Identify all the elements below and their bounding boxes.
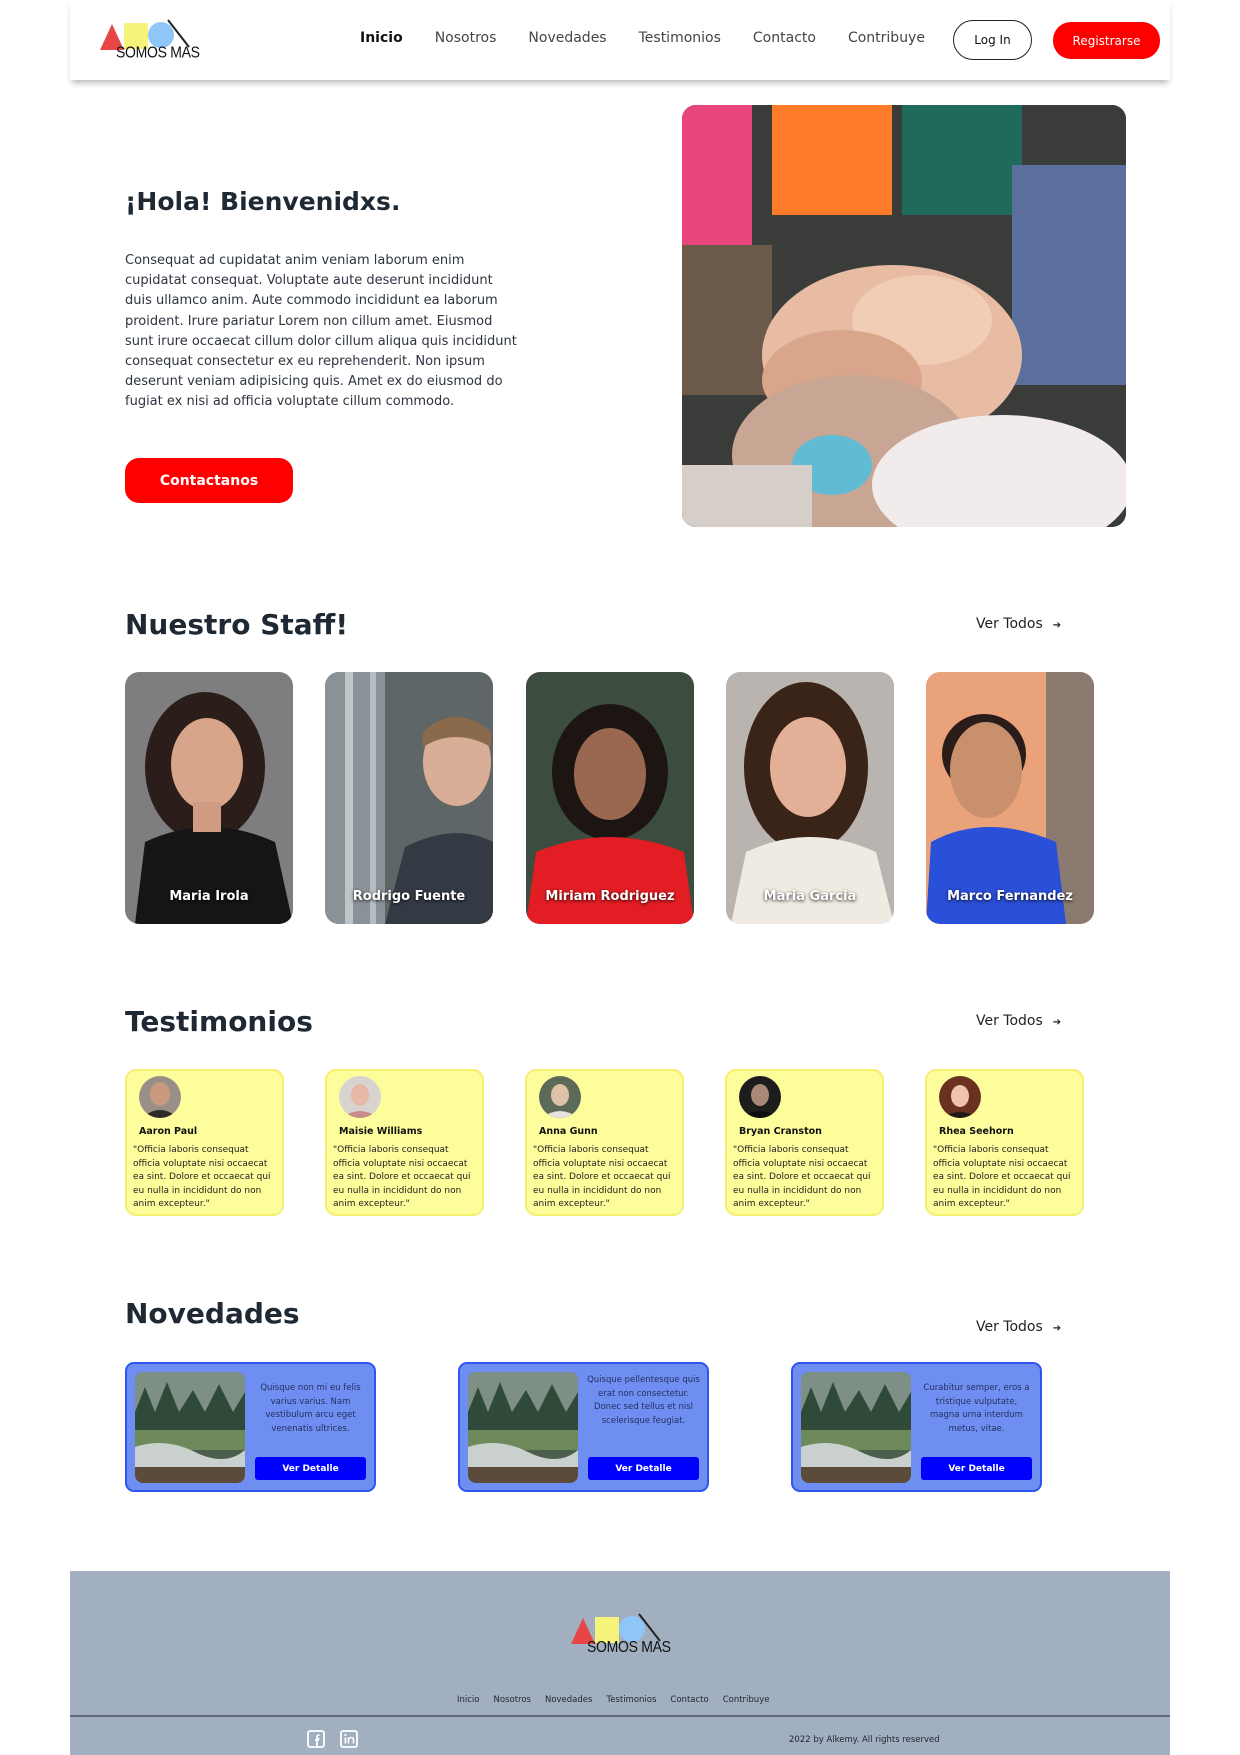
testimonial-text: "Officia laboris consequat officia volup…: [533, 1145, 671, 1209]
testimonial-card: Maisie Williams "Officia laboris consequ…: [325, 1069, 484, 1216]
copyright-text: 2022 by Alkemy. All rights reserved: [789, 1735, 940, 1745]
staff-card[interactable]: Maria Irola: [125, 672, 293, 924]
nav-testimonios[interactable]: Testimonios: [639, 30, 721, 46]
ver-todos-label: Ver Todos: [976, 616, 1043, 632]
ver-detalle-button[interactable]: Ver Detalle: [588, 1457, 699, 1480]
news-card: Curabitur semper, eros a tristique vulpu…: [791, 1362, 1042, 1492]
testimonial-author: Maisie Williams: [339, 1126, 423, 1137]
nav-nosotros[interactable]: Nosotros: [435, 30, 497, 46]
testimonials-title: Testimonios: [125, 1005, 313, 1038]
register-button[interactable]: Registrarse: [1053, 22, 1160, 59]
staff-card[interactable]: Maria Garcia: [726, 672, 894, 924]
testimonial-text: "Officia laboris consequat officia volup…: [333, 1145, 471, 1209]
testimonial-card: Rhea Seehorn "Officia laboris consequat …: [925, 1069, 1084, 1216]
footer-nav-novedades[interactable]: Novedades: [545, 1695, 592, 1705]
testimonial-author: Rhea Seehorn: [939, 1126, 1014, 1137]
arrow-right-icon: ➔: [1052, 1323, 1062, 1334]
testimonial-author: Bryan Cranston: [739, 1126, 822, 1137]
avatar: [139, 1076, 181, 1118]
avatar: [939, 1076, 981, 1118]
staff-ver-todos-link[interactable]: Ver Todos ➔: [976, 616, 1061, 632]
main-nav: Inicio Nosotros Novedades Testimonios Co…: [360, 30, 957, 46]
staff-name: Miriam Rodriguez: [545, 889, 675, 904]
staff-name: Maria Irola: [169, 889, 249, 904]
footer-nav-contacto[interactable]: Contacto: [670, 1695, 708, 1705]
news-card: Quisque non mi eu felis varius varius. N…: [125, 1362, 376, 1492]
facebook-icon[interactable]: [307, 1730, 325, 1748]
footer-logo[interactable]: SOMOS MAS: [569, 1610, 673, 1658]
staff-name: Marco Fernandez: [947, 889, 1073, 904]
avatar: [539, 1076, 581, 1118]
testimonial-card: Bryan Cranston "Officia laboris consequa…: [725, 1069, 884, 1216]
footer-nav: Inicio Nosotros Novedades Testimonios Co…: [457, 1695, 783, 1705]
nav-inicio[interactable]: Inicio: [360, 30, 403, 46]
news-image: [801, 1372, 911, 1483]
news-image: [135, 1372, 245, 1483]
footer-nav-contribuye[interactable]: Contribuye: [723, 1695, 770, 1705]
testimonial-card: Anna Gunn "Officia laboris consequat off…: [525, 1069, 684, 1216]
testimonial-card: Aaron Paul "Officia laboris consequat of…: [125, 1069, 284, 1216]
hero-text: Consequat ad cupidatat anim veniam labor…: [125, 253, 517, 410]
testimonial-text: "Officia laboris consequat officia volup…: [733, 1145, 871, 1209]
testimonial-author: Aaron Paul: [139, 1126, 198, 1137]
testimonial-text: "Officia laboris consequat officia volup…: [933, 1145, 1071, 1209]
nav-contribuye[interactable]: Contribuye: [848, 30, 925, 46]
login-button[interactable]: Log In: [953, 20, 1032, 60]
linkedin-icon[interactable]: [340, 1730, 358, 1748]
logo-text: SOMOS MAS: [587, 1636, 671, 1656]
news-title: Novedades: [125, 1297, 300, 1330]
arrow-right-icon: ➔: [1052, 620, 1062, 631]
testimonial-text: "Officia laboris consequat officia volup…: [133, 1145, 271, 1209]
hero-title: ¡Hola! Bienvenidxs.: [125, 187, 401, 216]
staff-name: Maria Garcia: [763, 889, 857, 904]
testimonial-author: Anna Gunn: [539, 1126, 598, 1137]
ver-todos-label: Ver Todos: [976, 1319, 1043, 1335]
site-footer: SOMOS MAS Inicio Nosotros Novedades Test…: [70, 1571, 1170, 1755]
news-text: Quisque pellentesque quis erat non conse…: [587, 1375, 700, 1426]
ver-detalle-button[interactable]: Ver Detalle: [921, 1457, 1032, 1480]
news-text: Curabitur semper, eros a tristique vulpu…: [923, 1383, 1030, 1434]
news-text: Quisque non mi eu felis varius varius. N…: [260, 1383, 361, 1434]
hero-image: [682, 105, 1126, 527]
nav-novedades[interactable]: Novedades: [528, 30, 606, 46]
ver-todos-label: Ver Todos: [976, 1013, 1043, 1029]
staff-card[interactable]: Rodrigo Fuente: [325, 672, 493, 924]
news-card: Quisque pellentesque quis erat non conse…: [458, 1362, 709, 1492]
footer-nav-testimonios[interactable]: Testimonios: [606, 1695, 656, 1705]
news-ver-todos-link[interactable]: Ver Todos ➔: [976, 1319, 1061, 1335]
staff-card[interactable]: Miriam Rodriguez: [526, 672, 694, 924]
news-image: [468, 1372, 578, 1483]
staff-card[interactable]: Marco Fernandez: [926, 672, 1094, 924]
avatar: [739, 1076, 781, 1118]
site-header: SOMOS MAS Inicio Nosotros Novedades Test…: [70, 0, 1170, 80]
avatar: [339, 1076, 381, 1118]
testimonials-ver-todos-link[interactable]: Ver Todos ➔: [976, 1013, 1061, 1029]
ver-detalle-button[interactable]: Ver Detalle: [255, 1457, 366, 1480]
staff-name: Rodrigo Fuente: [352, 889, 466, 904]
nav-contacto[interactable]: Contacto: [753, 30, 816, 46]
logo[interactable]: SOMOS MAS: [98, 16, 202, 64]
footer-nav-inicio[interactable]: Inicio: [457, 1695, 480, 1705]
staff-title: Nuestro Staff!: [125, 608, 349, 641]
arrow-right-icon: ➔: [1052, 1017, 1062, 1028]
logo-text: SOMOS MAS: [116, 42, 200, 62]
contact-button[interactable]: Contactanos: [125, 458, 293, 503]
footer-divider: [70, 1715, 1170, 1717]
footer-nav-nosotros[interactable]: Nosotros: [494, 1695, 531, 1705]
